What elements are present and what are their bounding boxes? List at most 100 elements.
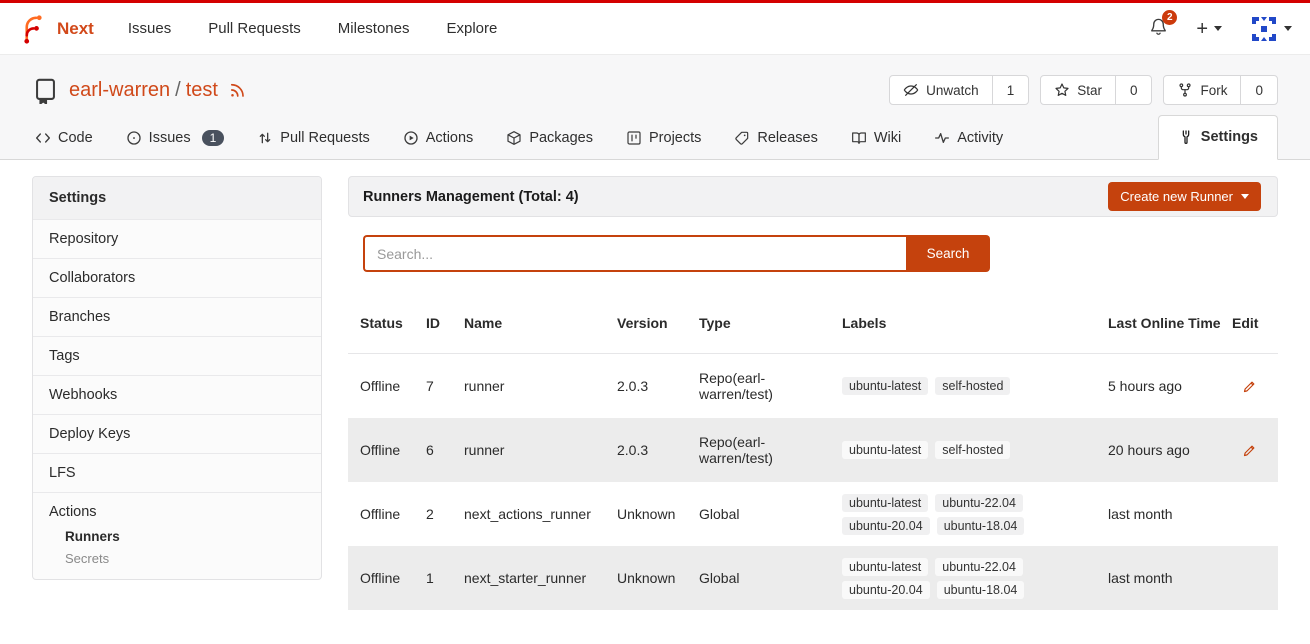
tab-label: Settings xyxy=(1201,129,1258,145)
forgejo-logo-icon xyxy=(18,14,48,44)
create-new-dropdown[interactable]: + xyxy=(1196,19,1222,39)
nav-links: Issues Pull Requests Milestones Explore xyxy=(128,20,497,37)
book-icon xyxy=(851,130,867,146)
issue-icon xyxy=(126,130,142,146)
runner-version: Unknown xyxy=(617,506,699,522)
nav-link-explore[interactable]: Explore xyxy=(446,20,497,37)
nav-link-milestones[interactable]: Milestones xyxy=(338,20,410,37)
notifications-button[interactable]: 2 xyxy=(1149,17,1168,41)
create-runner-button[interactable]: Create new Runner xyxy=(1108,182,1261,211)
col-version: Version xyxy=(617,315,699,331)
sidebar-subitem-runners[interactable]: Runners xyxy=(65,529,305,544)
label-chip: ubuntu-22.04 xyxy=(935,558,1023,576)
col-type: Type xyxy=(699,315,842,331)
repo-owner-link[interactable]: earl-warren xyxy=(69,79,170,102)
col-edit: Edit xyxy=(1232,315,1266,331)
tab-pull-requests[interactable]: Pull Requests xyxy=(254,118,372,160)
star-icon xyxy=(1054,82,1070,98)
navbar-right: 2 + xyxy=(1149,15,1292,43)
runner-type: Global xyxy=(699,506,842,522)
tab-label: Releases xyxy=(757,130,817,146)
tab-wiki[interactable]: Wiki xyxy=(848,118,904,160)
tab-label: Issues xyxy=(149,130,191,146)
runner-name: next_starter_runner xyxy=(464,570,617,586)
project-board-icon xyxy=(626,130,642,146)
unwatch-label: Unwatch xyxy=(926,83,979,98)
fork-count[interactable]: 0 xyxy=(1240,76,1277,104)
runners-panel: Runners Management (Total: 4) Create new… xyxy=(348,176,1278,610)
tab-issues[interactable]: Issues 1 xyxy=(123,118,228,160)
star-count[interactable]: 0 xyxy=(1115,76,1152,104)
play-circle-icon xyxy=(403,130,419,146)
runner-status: Offline xyxy=(360,378,426,394)
runners-table: Status ID Name Version Type Labels Last … xyxy=(348,292,1278,610)
chevron-down-icon xyxy=(1284,26,1292,31)
label-chip: ubuntu-20.04 xyxy=(842,581,930,599)
repo-breadcrumb: earl-warren / test xyxy=(69,79,246,102)
runner-name: next_actions_runner xyxy=(464,506,617,522)
settings-sidebar: Settings Repository Collaborators Branch… xyxy=(32,176,322,580)
sidebar-item-lfs[interactable]: LFS xyxy=(33,453,321,492)
tab-packages[interactable]: Packages xyxy=(503,118,596,160)
sidebar-item-deploy-keys[interactable]: Deploy Keys xyxy=(33,414,321,453)
edit-runner-button[interactable] xyxy=(1242,379,1257,394)
chevron-down-icon xyxy=(1241,194,1249,199)
rss-icon[interactable] xyxy=(228,81,246,99)
fork-icon xyxy=(1177,82,1193,98)
search-button[interactable]: Search xyxy=(906,235,990,272)
tab-settings[interactable]: Settings xyxy=(1158,115,1278,160)
create-runner-label: Create new Runner xyxy=(1120,189,1233,204)
runner-id: 1 xyxy=(426,570,464,586)
sidebar-group-actions: Actions Runners Secrets xyxy=(33,492,321,579)
runner-last-online: last month xyxy=(1108,570,1232,586)
sidebar-item-collaborators[interactable]: Collaborators xyxy=(33,258,321,297)
tab-releases[interactable]: Releases xyxy=(731,118,820,160)
eye-slash-icon xyxy=(903,82,919,98)
pencil-icon xyxy=(1242,379,1257,394)
runner-last-online: 20 hours ago xyxy=(1108,442,1232,458)
content-area: Settings Repository Collaborators Branch… xyxy=(0,160,1310,610)
navbar: Next Issues Pull Requests Milestones Exp… xyxy=(0,3,1310,55)
sidebar-item-actions[interactable]: Actions xyxy=(49,504,305,520)
label-chip: ubuntu-22.04 xyxy=(935,494,1023,512)
col-labels: Labels xyxy=(842,315,1108,331)
tab-projects[interactable]: Projects xyxy=(623,118,704,160)
repo-header: earl-warren / test Unwatch 1 xyxy=(0,55,1310,160)
runner-status: Offline xyxy=(360,442,426,458)
runner-status: Offline xyxy=(360,570,426,586)
search-input[interactable] xyxy=(363,235,906,272)
label-chip: self-hosted xyxy=(935,441,1010,459)
runner-id: 6 xyxy=(426,442,464,458)
label-chip: ubuntu-latest xyxy=(842,558,928,576)
edit-runner-button[interactable] xyxy=(1242,443,1257,458)
brand-name: Next xyxy=(57,19,94,39)
user-menu-dropdown[interactable] xyxy=(1250,15,1292,43)
runner-labels: ubuntu-latest ubuntu-22.04 ubuntu-20.04 … xyxy=(842,494,1027,535)
tab-activity[interactable]: Activity xyxy=(931,118,1006,160)
sidebar-item-webhooks[interactable]: Webhooks xyxy=(33,375,321,414)
sidebar-subitem-secrets[interactable]: Secrets xyxy=(65,551,305,566)
panel-title: Runners Management (Total: 4) xyxy=(363,189,579,205)
sidebar-item-tags[interactable]: Tags xyxy=(33,336,321,375)
nav-link-issues[interactable]: Issues xyxy=(128,20,171,37)
tag-icon xyxy=(734,130,750,146)
sidebar-item-branches[interactable]: Branches xyxy=(33,297,321,336)
fork-button[interactable]: Fork 0 xyxy=(1163,75,1278,105)
label-chip: ubuntu-18.04 xyxy=(937,581,1025,599)
tab-code[interactable]: Code xyxy=(32,118,96,160)
repo-name-link[interactable]: test xyxy=(186,79,218,102)
tab-actions[interactable]: Actions xyxy=(400,118,477,160)
unwatch-button[interactable]: Unwatch 1 xyxy=(889,75,1029,105)
runner-type: Global xyxy=(699,570,842,586)
plus-icon: + xyxy=(1196,19,1208,39)
watch-count[interactable]: 1 xyxy=(992,76,1029,104)
label-chip: ubuntu-18.04 xyxy=(937,517,1025,535)
nav-link-pull-requests[interactable]: Pull Requests xyxy=(208,20,301,37)
breadcrumb-separator: / xyxy=(175,79,181,102)
sidebar-item-repository[interactable]: Repository xyxy=(33,219,321,258)
tab-label: Code xyxy=(58,130,93,146)
star-button[interactable]: Star 0 xyxy=(1040,75,1152,105)
runner-version: 2.0.3 xyxy=(617,442,699,458)
home-brand-link[interactable]: Next xyxy=(18,14,94,44)
table-row: Offline 1 next_starter_runner Unknown Gl… xyxy=(348,546,1278,610)
